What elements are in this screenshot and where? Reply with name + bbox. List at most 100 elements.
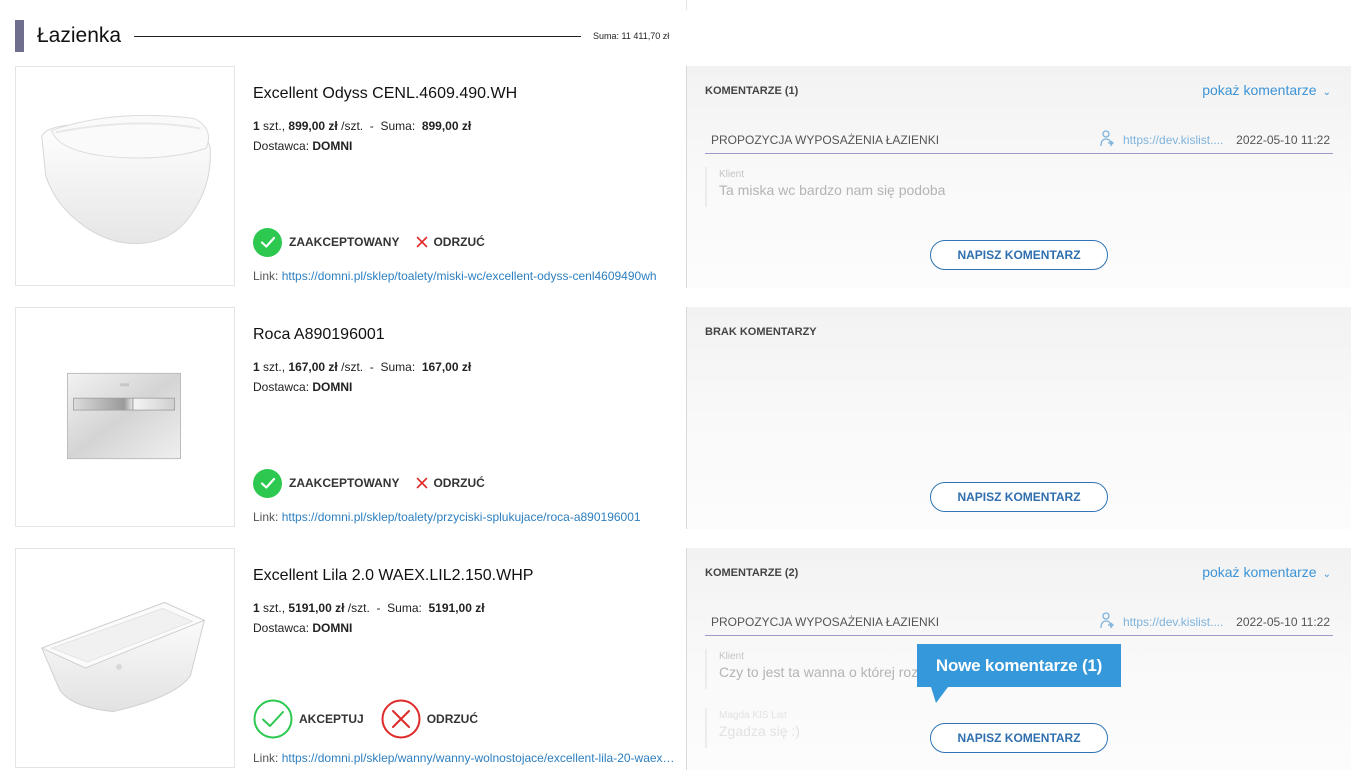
check-circle-icon xyxy=(253,227,282,257)
show-comments-label: pokaż komentarze xyxy=(1202,82,1317,98)
accepted-label: ZAAKCEPTOWANY xyxy=(289,235,400,249)
thread-date: 2022-05-10 11:22 xyxy=(1236,133,1330,147)
product-name: Roca A890196001 xyxy=(253,326,385,343)
quantity-value: 1 xyxy=(253,119,260,133)
unit-price: 167,00 zł xyxy=(288,360,338,374)
accepted-status[interactable]: ZAAKCEPTOWANY xyxy=(253,227,400,257)
show-comments-toggle[interactable]: pokaż komentarze ⌄ xyxy=(1202,564,1331,580)
supplier-label: Dostawca: xyxy=(253,380,310,394)
show-comments-label: pokaż komentarze xyxy=(1202,564,1317,580)
per-unit-label: /szt. xyxy=(347,601,370,615)
sum-label: Suma: xyxy=(387,601,422,615)
section-header: Łazienka Suma: 11 411,70 zł xyxy=(15,18,685,54)
per-unit-label: /szt. xyxy=(341,119,364,133)
supplier-line: Dostawca: DOMNI xyxy=(253,139,352,153)
comment-message: Klient Ta miska wc bardzo nam się podoba xyxy=(705,167,1333,207)
reject-label: ODRZUĆ xyxy=(433,235,485,249)
product-sum: 899,00 zł xyxy=(421,119,472,133)
check-circle-icon xyxy=(253,468,282,498)
product-row: Excellent Lila 2.0 WAEX.LIL2.150.WHP 1 s… xyxy=(0,548,1360,773)
comment-author: Klient xyxy=(719,169,745,180)
write-comment-button[interactable]: NAPISZ KOMENTARZ xyxy=(930,240,1108,270)
product-actions: ZAAKCEPTOWANY ODRZUĆ xyxy=(253,467,485,499)
quantity-value: 1 xyxy=(253,360,260,374)
product-quantity-line: 1 szt., 5191,00 zł /szt. - Suma: 5191,00… xyxy=(253,601,485,615)
user-share-icon xyxy=(1100,130,1114,147)
comments-panel: KOMENTARZE (1) pokaż komentarze ⌄ PROPOZY… xyxy=(687,66,1351,288)
sum-label: Suma: xyxy=(380,360,416,374)
product-link[interactable]: https://domni.pl/sklep/wanny/wanny-wolno… xyxy=(282,751,675,765)
thread-date: 2022-05-10 11:22 xyxy=(1236,615,1330,629)
accept-button[interactable]: AKCEPTUJ xyxy=(253,699,364,739)
close-icon xyxy=(417,477,428,489)
section-sum: Suma: 11 411,70 zł xyxy=(593,31,670,41)
show-comments-toggle[interactable]: pokaż komentarze ⌄ xyxy=(1202,82,1331,98)
check-circle-outline-icon xyxy=(253,699,293,739)
link-label: Link: xyxy=(253,751,279,765)
product-image xyxy=(15,307,235,527)
write-comment-button[interactable]: NAPISZ KOMENTARZ xyxy=(930,482,1108,512)
column-divider-top xyxy=(686,0,687,10)
comment-thread-header: PROPOZYCJA WYPOSAŻENIA ŁAZIENKI https://… xyxy=(705,606,1333,636)
supplier-label: Dostawca: xyxy=(253,139,310,153)
quantity-unit: szt., xyxy=(263,360,286,374)
reject-button[interactable]: ODRZUĆ xyxy=(381,699,478,739)
comment-thread-header: PROPOZYCJA WYPOSAŻENIA ŁAZIENKI https://… xyxy=(705,124,1333,154)
link-label: Link: xyxy=(253,510,279,524)
new-comments-tooltip[interactable]: Nowe komentarze (1) xyxy=(917,644,1121,687)
product-name: Excellent Lila 2.0 WAEX.LIL2.150.WHP xyxy=(253,567,534,584)
section-accent-bar xyxy=(15,20,24,52)
supplier-name: DOMNI xyxy=(312,380,353,394)
per-unit-label: /szt. xyxy=(341,360,364,374)
write-comment-button[interactable]: NAPISZ KOMENTARZ xyxy=(930,723,1108,753)
section-divider-line xyxy=(134,36,581,37)
comments-panel: BRAK KOMENTARZY NAPISZ KOMENTARZ xyxy=(687,307,1351,529)
product-actions: AKCEPTUJ ODRZUĆ xyxy=(253,698,478,740)
comment-author: Magda KIS List xyxy=(719,710,787,721)
close-circle-outline-icon xyxy=(381,699,421,739)
product-link[interactable]: https://domni.pl/sklep/toalety/przyciski… xyxy=(282,510,641,524)
link-label: Link: xyxy=(253,269,279,283)
quantity-unit: szt., xyxy=(263,601,286,615)
accepted-status[interactable]: ZAAKCEPTOWANY xyxy=(253,468,400,498)
accepted-label: ZAAKCEPTOWANY xyxy=(289,476,400,490)
thread-url[interactable]: https://dev.kislist.... xyxy=(1123,615,1223,629)
product-link[interactable]: https://domni.pl/sklep/toalety/miski-wc/… xyxy=(282,269,657,283)
comments-title: BRAK KOMENTARZY xyxy=(705,326,817,338)
quantity-unit: szt., xyxy=(263,119,286,133)
flush-plate-icon xyxy=(67,372,181,460)
chevron-down-icon: ⌄ xyxy=(1322,569,1331,580)
tooltip-tail xyxy=(931,687,948,703)
thread-title: PROPOZYCJA WYPOSAŻENIA ŁAZIENKI xyxy=(711,133,940,147)
close-icon xyxy=(417,236,428,248)
accept-label: AKCEPTUJ xyxy=(299,712,364,726)
product-link-line: Link: https://domni.pl/sklep/toalety/prz… xyxy=(253,510,683,524)
reject-label: ODRZUĆ xyxy=(426,712,479,726)
product-row: Excellent Odyss CENL.4609.490.WH 1 szt.,… xyxy=(0,66,1360,291)
sum-label: Suma: xyxy=(380,119,416,133)
reject-button[interactable]: ODRZUĆ xyxy=(399,235,485,249)
product-name: Excellent Odyss CENL.4609.490.WH xyxy=(253,85,518,102)
supplier-label: Dostawca: xyxy=(253,621,310,635)
supplier-line: Dostawca: DOMNI xyxy=(253,380,352,394)
unit-price: 899,00 zł xyxy=(288,119,338,133)
reject-label: ODRZUĆ xyxy=(433,476,485,490)
product-image xyxy=(15,66,235,286)
thread-url[interactable]: https://dev.kislist.... xyxy=(1123,133,1223,147)
user-share-icon xyxy=(1100,612,1114,629)
wall-hung-toilet-icon xyxy=(41,114,211,245)
unit-price: 5191,00 zł xyxy=(288,601,345,615)
comments-title: KOMENTARZE (1) xyxy=(705,85,799,97)
chevron-down-icon: ⌄ xyxy=(1322,87,1331,98)
freestanding-bathtub-icon xyxy=(40,601,206,713)
product-link-line: Link: https://domni.pl/sklep/wanny/wanny… xyxy=(253,751,683,765)
product-quantity-line: 1 szt., 167,00 zł /szt. - Suma: 167,00 z… xyxy=(253,360,472,374)
product-sum: 5191,00 zł xyxy=(428,601,485,615)
thread-title: PROPOZYCJA WYPOSAŻENIA ŁAZIENKI xyxy=(711,615,940,629)
comments-title: KOMENTARZE (2) xyxy=(705,567,799,579)
supplier-name: DOMNI xyxy=(312,621,353,635)
product-link-line: Link: https://domni.pl/sklep/toalety/mis… xyxy=(253,269,683,283)
product-image xyxy=(15,548,235,768)
section-title: Łazienka xyxy=(37,24,122,47)
reject-button[interactable]: ODRZUĆ xyxy=(399,476,485,490)
